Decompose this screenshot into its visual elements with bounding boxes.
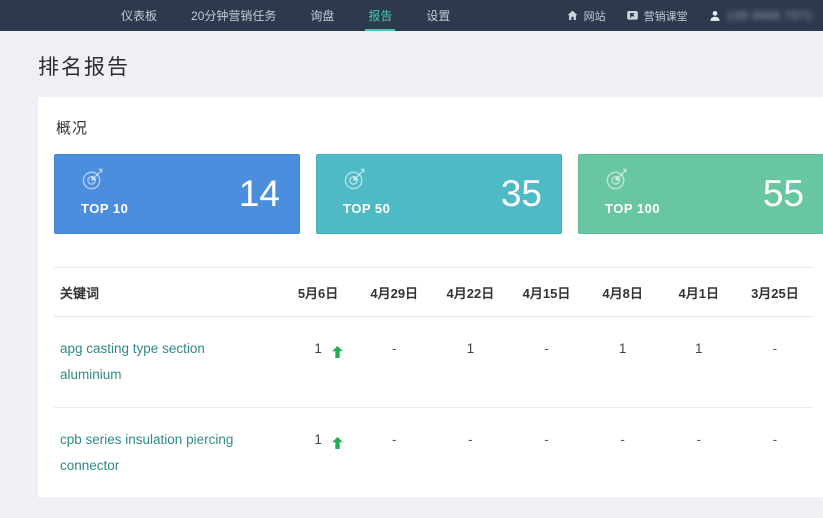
page-title: 排名报告 [38, 51, 823, 81]
rank-cell: 1 [661, 317, 737, 408]
trend-up-arrow-icon [332, 432, 343, 458]
table-row: cpb series insulation piercing connector… [54, 408, 813, 498]
rank-cell: - [356, 317, 432, 408]
nav-classroom-link[interactable]: 营销课堂 [626, 8, 688, 24]
card-label: TOP 10 [81, 201, 128, 216]
rank-cell: 1 [585, 317, 661, 408]
date-column-header-1: 4月29日 [356, 268, 432, 317]
date-column-header-3: 4月15日 [508, 268, 584, 317]
nav-website-label: 网站 [584, 8, 606, 24]
rank-value: 1 [314, 341, 322, 356]
nav-user-account[interactable]: 138 0666 7071 [708, 9, 813, 23]
rank-empty-value: - [392, 432, 397, 447]
rank-value: 1 [467, 341, 475, 356]
date-column-header-4: 4月8日 [585, 268, 661, 317]
card-value: 14 [239, 154, 280, 234]
rank-cell: 1 [432, 317, 508, 408]
ranking-table: 关键词 5月6日4月29日4月22日4月15日4月8日4月1日3月25日 apg… [54, 267, 813, 497]
user-icon [708, 9, 722, 23]
nav-menu: 仪表板20分钟营销任务询盘报告设置 [104, 0, 467, 31]
stat-cards: TOP 10 14 TOP 50 35 TOP 100 55 [54, 154, 823, 234]
overview-heading: 概况 [56, 117, 823, 138]
rank-value: 1 [314, 432, 322, 447]
nav-item-0[interactable]: 仪表板 [104, 0, 174, 31]
nav-item-3[interactable]: 报告 [351, 0, 409, 31]
trend-up-arrow-icon [332, 341, 343, 367]
report-panel: 概况 TOP 1014TOP 5035TOP 10055 关键词 5月6日4月2… [38, 97, 823, 497]
card-value: 35 [501, 154, 542, 234]
keyword-link[interactable]: cpb series insulation piercing connector [54, 408, 280, 498]
rank-cell: 1 [280, 317, 356, 408]
rank-cell: - [432, 408, 508, 498]
keyword-column-header: 关键词 [54, 268, 280, 317]
user-account-number: 138 0666 7071 [727, 10, 813, 22]
target-icon [80, 165, 107, 197]
rank-cell: - [356, 408, 432, 498]
stat-card-top-50: TOP 50 35 [316, 154, 562, 234]
page-header: 排名报告 [0, 31, 823, 81]
rank-empty-value: - [544, 341, 549, 356]
rank-empty-value: - [773, 341, 778, 356]
rank-empty-value: - [392, 341, 397, 356]
rank-empty-value: - [697, 432, 702, 447]
rank-empty-value: - [773, 432, 778, 447]
rank-value: 1 [619, 341, 627, 356]
card-value: 55 [763, 154, 804, 234]
nav-right: 网站 营销课堂 138 0666 7071 [546, 0, 823, 31]
nav-item-2[interactable]: 询盘 [293, 0, 351, 31]
table-row: apg casting type section aluminium 1 - 1 - 1 1… [54, 317, 813, 408]
rank-cell: - [661, 408, 737, 498]
top-navbar: 仪表板20分钟营销任务询盘报告设置 网站 营销课堂 [0, 0, 823, 31]
rank-cell: - [508, 317, 584, 408]
rank-cell: - [508, 408, 584, 498]
rank-cell: - [737, 317, 813, 408]
date-column-header-5: 4月1日 [661, 268, 737, 317]
stat-card-top-10: TOP 10 14 [54, 154, 300, 234]
date-column-header-2: 4月22日 [432, 268, 508, 317]
rank-empty-value: - [468, 432, 473, 447]
rank-empty-value: - [620, 432, 625, 447]
table-header-row: 关键词 5月6日4月29日4月22日4月15日4月8日4月1日3月25日 [54, 268, 813, 317]
nav-item-1[interactable]: 20分钟营销任务 [174, 0, 293, 31]
classroom-board-icon [626, 9, 639, 22]
card-label: TOP 50 [343, 201, 390, 216]
date-column-header-6: 3月25日 [737, 268, 813, 317]
home-icon [566, 9, 579, 22]
nav-classroom-label: 营销课堂 [644, 8, 688, 24]
rank-empty-value: - [544, 432, 549, 447]
rank-cell: 1 [280, 408, 356, 498]
rank-cell: - [585, 408, 661, 498]
nav-item-4[interactable]: 设置 [409, 0, 467, 31]
rank-cell: - [737, 408, 813, 498]
target-icon [604, 165, 631, 197]
card-label: TOP 100 [605, 201, 660, 216]
rank-value: 1 [695, 341, 703, 356]
date-column-header-0: 5月6日 [280, 268, 356, 317]
nav-website-link[interactable]: 网站 [566, 8, 606, 24]
keyword-link[interactable]: apg casting type section aluminium [54, 317, 280, 408]
target-icon [342, 165, 369, 197]
stat-card-top-100: TOP 100 55 [578, 154, 823, 234]
